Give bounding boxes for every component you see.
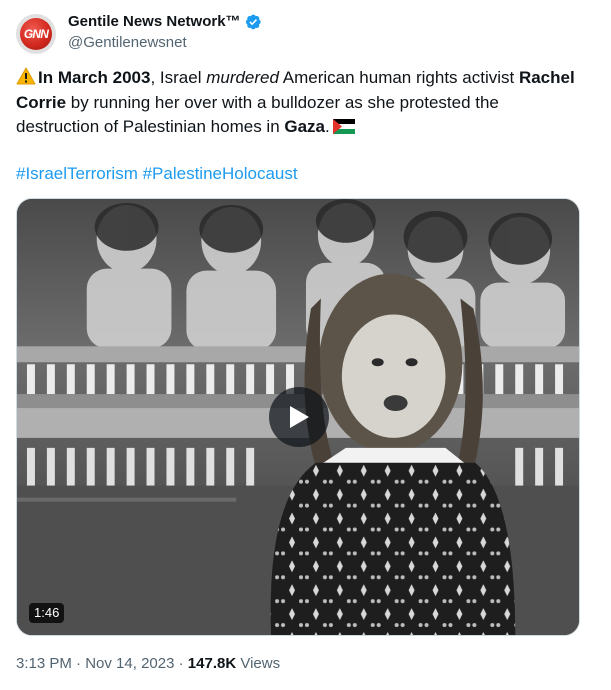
tweet-text-part2: American human rights activist xyxy=(278,68,519,87)
views-count: 147.8K xyxy=(187,655,237,672)
author-display-name-row[interactable]: Gentile News Network™ xyxy=(68,12,262,32)
video-duration-badge: 1:46 xyxy=(29,603,65,623)
hashtag-israelterrorism[interactable]: #IsraelTerrorism xyxy=(16,164,138,183)
verified-badge-icon xyxy=(245,14,261,30)
meta-separator: · xyxy=(76,655,82,672)
hashtag-palestineholocaust[interactable]: #PalestineHolocaust xyxy=(143,164,298,183)
tweet-text-emphasis: murdered xyxy=(206,68,279,87)
meta-separator: · xyxy=(178,655,184,672)
avatar-logo-text: GNN xyxy=(23,27,49,41)
tweet-text-lead: In March 2003 xyxy=(38,68,151,87)
tweet-text: In March 2003, Israel murdered American … xyxy=(16,66,586,140)
tweet-text-part1: , Israel xyxy=(150,68,207,87)
video-player[interactable]: 1:46 xyxy=(16,198,580,636)
avatar[interactable]: GNN xyxy=(16,14,56,54)
warning-icon xyxy=(16,67,36,85)
tweet-meta: 3:13 PM · Nov 14, 2023 · 147.8K Views xyxy=(16,654,280,674)
tweet-text-end: . xyxy=(325,117,330,136)
palestine-flag-icon xyxy=(332,119,355,134)
author-display-name[interactable]: Gentile News Network™ xyxy=(68,12,241,32)
tweet-text-part3: by running her over with a bulldozer as … xyxy=(16,92,499,137)
author-handle[interactable]: @Gentilenewsnet xyxy=(68,33,262,53)
tweet-date[interactable]: Nov 14, 2023 xyxy=(85,655,174,672)
hashtag-list: #IsraelTerrorism #PalestineHolocaust xyxy=(16,162,298,186)
tweet-text-place: Gaza xyxy=(284,117,326,136)
tweet-header: GNN Gentile News Network™ @Gentilenewsne… xyxy=(16,12,596,56)
author-names: Gentile News Network™ @Gentilenewsnet xyxy=(68,12,262,53)
views-label: Views xyxy=(240,655,281,672)
tweet-time[interactable]: 3:13 PM xyxy=(16,655,72,672)
play-button[interactable] xyxy=(269,387,329,447)
play-icon xyxy=(290,406,309,428)
